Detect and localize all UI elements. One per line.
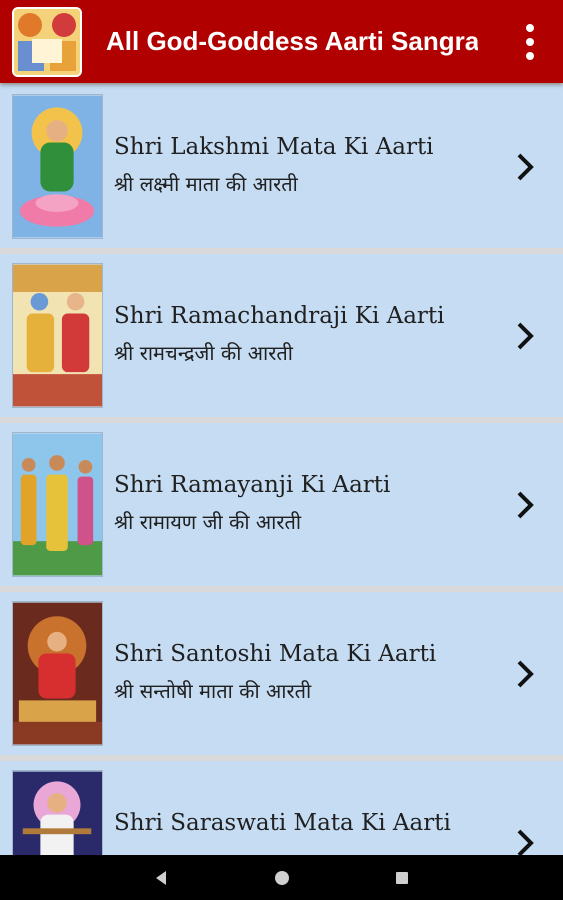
santoshi-image-icon [12,601,103,746]
chevron-right-icon[interactable] [512,827,538,855]
list-item-ramayan[interactable]: Shri Ramayanji Ki Aarti श्री रामायण जी क… [0,423,563,586]
item-subtitle: श्री सन्तोषी माता की आरती [114,679,312,703]
list-item-saraswati[interactable]: Shri Saraswati Mata Ki Aarti [0,761,563,855]
app-bar: All God-Goddess Aarti Sangrah [0,0,563,83]
list-item-ramachandra[interactable]: Shri Ramachandraji Ki Aarti श्री रामचन्द… [0,254,563,417]
item-subtitle: श्री रामायण जी की आरती [114,510,302,534]
chevron-right-icon[interactable] [512,151,538,183]
item-title: Shri Ramayanji Ki Aarti [114,472,391,498]
item-title: Shri Saraswati Mata Ki Aarti [114,810,451,836]
item-subtitle: श्री रामचन्द्रजी की आरती [114,341,293,365]
recents-square-icon[interactable] [391,867,413,889]
overflow-menu-icon[interactable] [510,18,550,66]
chevron-right-icon[interactable] [512,489,538,521]
aarti-list: Shri Lakshmi Mata Ki Aarti श्री लक्ष्मी … [0,85,563,855]
item-subtitle: श्री लक्ष्मी माता की आरती [114,172,298,196]
item-title: Shri Santoshi Mata Ki Aarti [114,641,437,667]
chevron-right-icon[interactable] [512,658,538,690]
ramayan-image-icon [12,432,103,577]
item-title: Shri Lakshmi Mata Ki Aarti [114,134,434,160]
system-nav-bar [0,855,563,900]
ram-sita-image-icon [12,263,103,408]
lakshmi-image-icon [12,94,103,239]
list-item-santoshi[interactable]: Shri Santoshi Mata Ki Aarti श्री सन्तोषी… [0,592,563,755]
list-item-lakshmi[interactable]: Shri Lakshmi Mata Ki Aarti श्री लक्ष्मी … [0,85,563,248]
back-triangle-icon[interactable] [150,867,172,889]
home-circle-icon[interactable] [271,867,293,889]
saraswati-image-icon [12,770,103,855]
item-title: Shri Ramachandraji Ki Aarti [114,303,445,329]
app-logo-icon [12,7,82,77]
chevron-right-icon[interactable] [512,320,538,352]
app-title: All God-Goddess Aarti Sangrah [106,26,478,56]
